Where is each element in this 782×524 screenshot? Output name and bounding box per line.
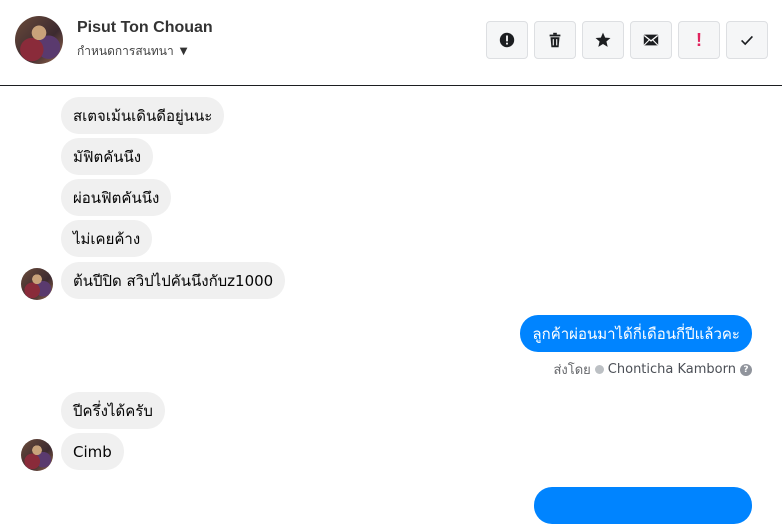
- important-label: !: [696, 29, 702, 50]
- envelope-icon: [643, 34, 659, 46]
- message-bubble: ต้นปีปิด สวิปไปคันนึงกับz1000: [61, 262, 286, 299]
- mark-spam-button[interactable]: [486, 21, 528, 59]
- sender-avatar: [21, 268, 53, 300]
- outgoing-message-bubble: ลูกค้าผ่อนมาได้กี่เดือนกี่ปีแล้วคะ: [520, 315, 752, 352]
- contact-name[interactable]: Pisut Ton Chouan: [77, 19, 213, 37]
- caret-down-icon: ▼: [179, 46, 188, 57]
- mark-important-button[interactable]: !: [678, 21, 720, 59]
- message-bubble: ผ่อนฟิตคันนึง: [61, 179, 172, 216]
- agent-name[interactable]: Chonticha Kamborn: [608, 362, 736, 377]
- agent-icon: [594, 365, 604, 374]
- mark-unread-button[interactable]: [630, 21, 672, 59]
- alert-circle-icon: [499, 32, 515, 48]
- conversation-header: Pisut Ton Chouan กำหนดการสนทนา ▼ !: [0, 0, 782, 86]
- outgoing-message-bubble-partial: [534, 487, 752, 524]
- delete-button[interactable]: [534, 21, 576, 59]
- help-icon[interactable]: ?: [740, 363, 752, 376]
- contact-avatar[interactable]: [15, 16, 63, 64]
- check-icon: [741, 35, 753, 46]
- message-bubble: สเตจเม้นเดินดีอยู่นนะ: [61, 97, 225, 134]
- message-bubble: ปีครึ่งได้ครับ: [61, 392, 165, 429]
- message-thread[interactable]: สเตจเม้นเดินดีอยู่นนะ มัฟิตคันนึง ผ่อนฟิ…: [0, 87, 782, 524]
- assign-label: กำหนดการสนทนา: [77, 44, 174, 58]
- message-bubble: Cimb: [61, 433, 124, 470]
- conversation-toolbar: !: [486, 21, 768, 59]
- message-bubble: ไม่เคยค้าง: [61, 220, 153, 257]
- sent-by-label: ส่งโดย Chonticha Kamborn ?: [553, 359, 752, 380]
- trash-icon: [549, 32, 561, 48]
- sender-avatar: [21, 439, 53, 471]
- assign-conversation-dropdown[interactable]: กำหนดการสนทนา ▼: [77, 42, 187, 61]
- message-bubble: มัฟิตคันนึง: [61, 138, 154, 175]
- star-icon: [595, 32, 611, 47]
- mark-done-button[interactable]: [726, 21, 768, 59]
- star-button[interactable]: [582, 21, 624, 59]
- sent-by-prefix: ส่งโดย: [553, 363, 591, 378]
